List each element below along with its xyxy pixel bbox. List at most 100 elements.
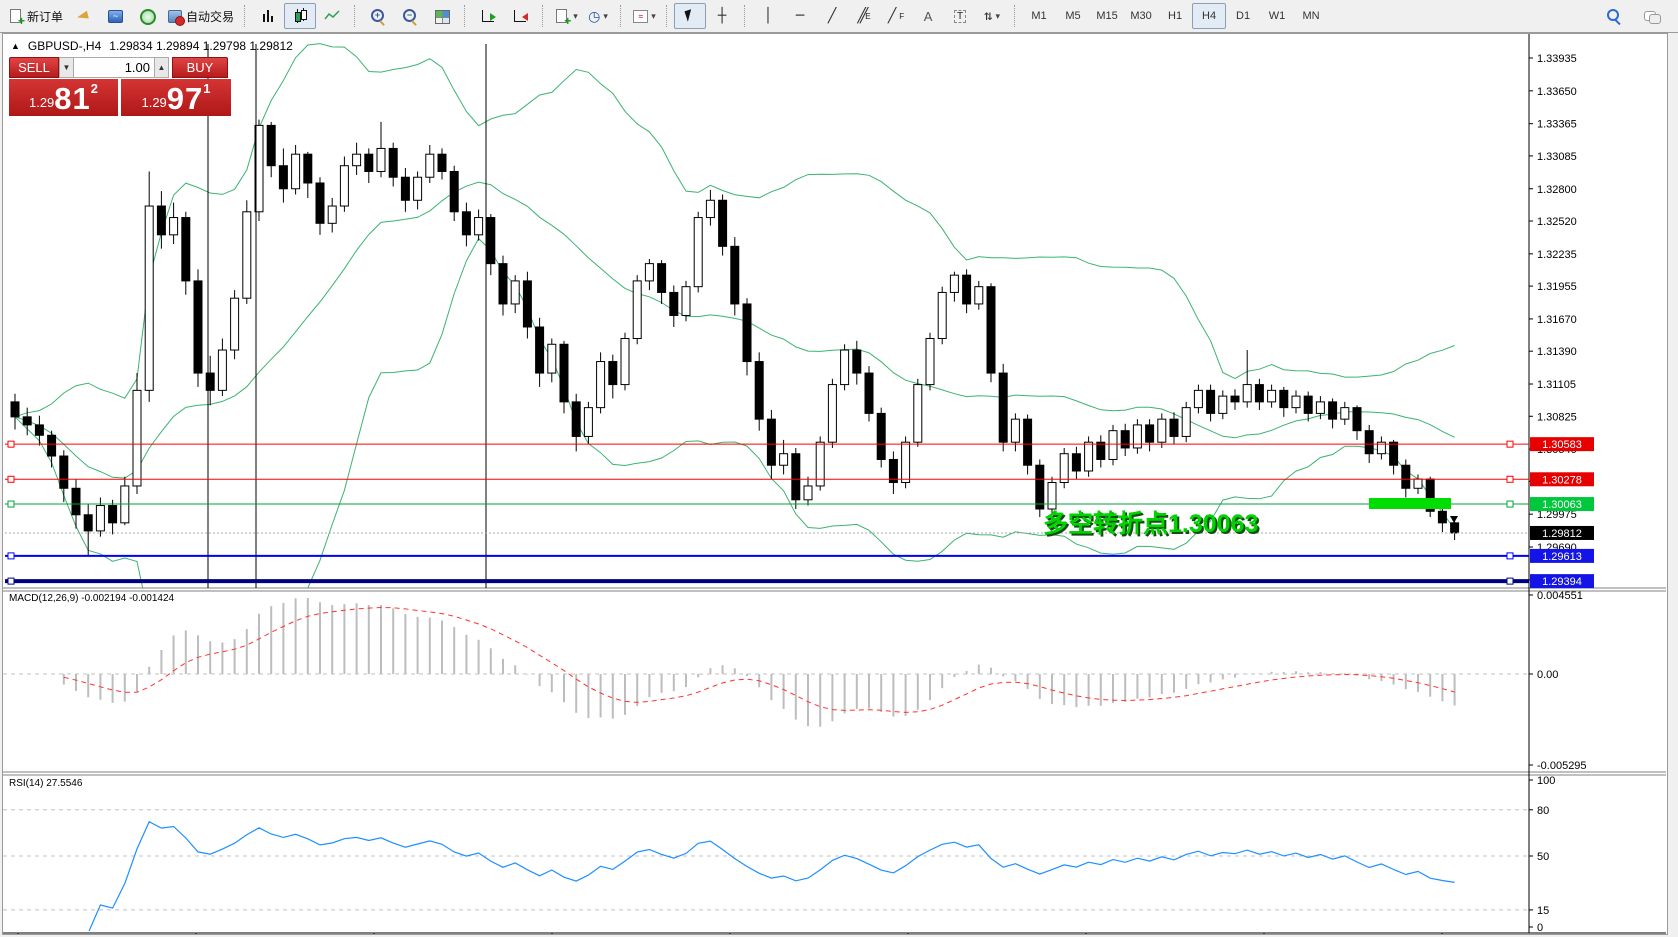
sell-price-main: 81: [54, 83, 90, 114]
megaphone-icon: [75, 8, 91, 24]
timeframe-button-M5[interactable]: M5: [1056, 3, 1090, 29]
collapse-panel-arrow[interactable]: ▲: [11, 41, 20, 51]
rsi-indicator-label: RSI(14) 27.5546: [9, 778, 82, 789]
zoom-out-icon: −: [402, 8, 418, 24]
buy-price-prefix: 1.29: [141, 92, 166, 114]
mt4-application: + 新订单 ~ 自动交易 + − +▾ ◷▾ ≈▾ ┼ │ ─ ╱ ╱╱E: [0, 0, 1678, 937]
text-button[interactable]: A: [912, 3, 944, 29]
volume-input[interactable]: [74, 57, 154, 78]
toolbar-separator: [464, 5, 466, 27]
buy-price-main: 97: [167, 83, 203, 114]
cursor-button[interactable]: [674, 3, 706, 29]
timeframe-button-M15[interactable]: M15: [1090, 3, 1124, 29]
timeframe-group: M1M5M15M30H1H4D1W1MN: [1022, 3, 1328, 29]
chevron-down-icon: ▾: [995, 11, 1000, 22]
zoom-in-button[interactable]: +: [362, 3, 394, 29]
chat-bubbles-icon: [1644, 8, 1660, 24]
text-label-button[interactable]: T: [944, 3, 976, 29]
line-chart-button[interactable]: [316, 3, 348, 29]
signals-button[interactable]: [131, 3, 163, 29]
chart-symbol-period: GBPUSD-,H4: [28, 39, 101, 53]
chart-window: 1.339351.336501.333651.330851.328001.325…: [2, 33, 1668, 935]
metaeditor-button[interactable]: [67, 3, 99, 29]
autotrading-button[interactable]: 自动交易: [163, 3, 238, 29]
new-order-icon: +: [8, 8, 24, 24]
arrows-icon: ⇅: [984, 9, 992, 23]
zoom-out-button[interactable]: −: [394, 3, 426, 29]
timeframe-button-M30[interactable]: M30: [1124, 3, 1158, 29]
volume-increase-button[interactable]: ▲: [154, 57, 169, 78]
timeframe-button-H1[interactable]: H1: [1158, 3, 1192, 29]
profiles-button[interactable]: ◷▾: [582, 3, 614, 29]
macd-indicator-label: MACD(12,26,9) -0.002194 -0.001424: [9, 593, 174, 604]
volume-decrease-button[interactable]: ▼: [59, 57, 74, 78]
pivot-highlight-bar: [1369, 498, 1451, 509]
clock-icon: ◷: [588, 8, 600, 24]
text-label-icon: T: [954, 10, 966, 23]
toolbar: + 新订单 ~ 自动交易 + − +▾ ◷▾ ≈▾ ┼ │ ─ ╱ ╱╱E: [0, 0, 1678, 33]
sell-quote: 1.29812: [9, 79, 118, 116]
autotrading-icon: [167, 8, 183, 24]
crosshair-button[interactable]: ┼: [706, 3, 738, 29]
bar-chart-button[interactable]: [252, 3, 284, 29]
trendline-button[interactable]: ╱: [816, 3, 848, 29]
candlestick-chart-button[interactable]: [284, 3, 316, 29]
arrows-button[interactable]: ⇅▾: [976, 3, 1008, 29]
buy-button[interactable]: BUY: [172, 57, 228, 78]
new-chart-button[interactable]: +▾: [550, 3, 582, 29]
sell-button[interactable]: SELL: [9, 57, 59, 78]
channel-button[interactable]: ╱╱E: [848, 3, 880, 29]
horizontal-line-icon: ─: [796, 9, 804, 23]
autotrading-label: 自动交易: [186, 8, 234, 25]
horizontal-line-button[interactable]: ─: [784, 3, 816, 29]
terminal-icon: ~: [107, 8, 123, 24]
new-chart-icon: +: [554, 8, 570, 24]
timeframe-button-MN[interactable]: MN: [1294, 3, 1328, 29]
sell-price-pipette: 2: [91, 82, 98, 95]
toolbar-separator: [620, 5, 622, 27]
toolbar-separator: [666, 5, 668, 27]
chart-area[interactable]: [3, 34, 1529, 936]
sell-price-prefix: 1.29: [29, 92, 54, 114]
timeframe-button-W1[interactable]: W1: [1260, 3, 1294, 29]
text-icon: A: [924, 9, 933, 24]
chevron-down-icon: ▾: [651, 11, 656, 22]
toolbar-separator: [542, 5, 544, 27]
candlestick-icon: [292, 8, 308, 24]
search-icon: [1606, 8, 1622, 24]
fibonacci-button[interactable]: ╱F: [880, 3, 912, 29]
new-order-button[interactable]: + 新订单: [4, 3, 67, 29]
toolbar-separator: [744, 5, 746, 27]
timeframe-button-H4[interactable]: H4: [1192, 3, 1226, 29]
timeframe-button-D1[interactable]: D1: [1226, 3, 1260, 29]
auto-scroll-icon: [480, 8, 496, 24]
buy-quote: 1.29971: [121, 79, 231, 116]
chart-ohlc-values: 1.29834 1.29894 1.29798 1.29812: [109, 39, 293, 53]
timeframe-button-M1[interactable]: M1: [1022, 3, 1056, 29]
cursor-icon: [682, 8, 698, 24]
one-click-trading-panel: SELL ▼ ▲ BUY 1.29812 1.29971: [9, 57, 231, 116]
search-button[interactable]: [1598, 3, 1630, 29]
auto-scroll-button[interactable]: [472, 3, 504, 29]
vertical-line-button[interactable]: │: [752, 3, 784, 29]
new-order-label: 新订单: [27, 8, 63, 25]
tile-windows-button[interactable]: [426, 3, 458, 29]
chart-title-row: ▲ GBPUSD-,H4 1.29834 1.29894 1.29798 1.2…: [11, 39, 293, 53]
buy-price-pipette: 1: [203, 82, 210, 95]
indicators-button[interactable]: ≈▾: [628, 3, 660, 29]
indicators-icon: ≈: [632, 8, 648, 24]
community-button[interactable]: [1636, 3, 1668, 29]
toolbar-separator: [1014, 5, 1016, 27]
tile-windows-icon: [434, 8, 450, 24]
crosshair-icon: ┼: [718, 9, 726, 23]
chart-shift-button[interactable]: [504, 3, 536, 29]
trendline-icon: ╱: [828, 9, 836, 23]
bar-chart-icon: [260, 8, 276, 24]
terminal-button[interactable]: ~: [99, 3, 131, 29]
chevron-down-icon: ▾: [603, 11, 608, 22]
pivot-annotation-text: 多空转折点1.30063: [1043, 504, 1258, 540]
chart-shift-icon: [512, 8, 528, 24]
price-axis[interactable]: [1530, 34, 1669, 936]
zoom-in-icon: +: [370, 8, 386, 24]
toolbar-separator: [244, 5, 246, 27]
